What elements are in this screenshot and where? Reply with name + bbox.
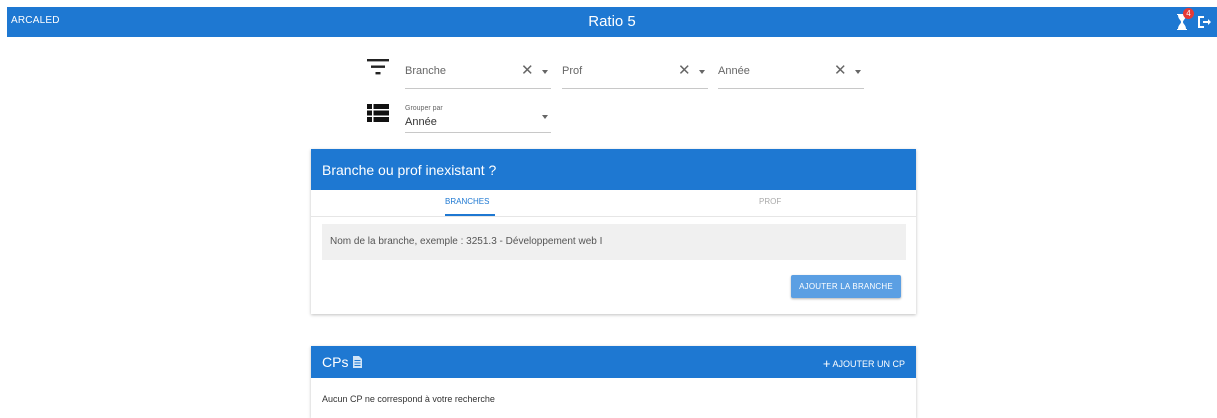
card-title: Branche ou prof inexistant ? <box>322 162 497 178</box>
branch-name-input[interactable] <box>322 224 908 258</box>
missing-branch-card: Branche ou prof inexistant ? BRANCHES PR… <box>311 149 916 314</box>
cp-card: CPs + AJOUTER UN CP Aucun CP ne correspon… <box>311 346 916 418</box>
notification-badge: 4 <box>1183 8 1194 19</box>
card-header: Branche ou prof inexistant ? <box>311 149 916 190</box>
clear-icon[interactable]: ✕ <box>521 61 534 79</box>
branche-select[interactable]: Branche ✕ <box>405 58 551 89</box>
document-icon <box>353 356 362 368</box>
page-title: Ratio 5 <box>588 13 636 30</box>
annee-select[interactable]: Année ✕ <box>718 58 864 89</box>
tab-bar: BRANCHES PROF <box>311 190 916 217</box>
active-tab-indicator <box>445 214 495 216</box>
plus-icon: + <box>822 356 831 371</box>
prof-select[interactable]: Prof ✕ <box>562 58 708 89</box>
prof-placeholder: Prof <box>562 65 583 77</box>
annee-placeholder: Année <box>718 65 750 77</box>
tab-prof[interactable]: PROF <box>759 197 781 206</box>
list-icon <box>367 104 389 122</box>
branch-name-field[interactable] <box>322 224 908 260</box>
group-by-select[interactable]: Grouper par Année <box>405 101 551 133</box>
group-by-label: Grouper par <box>405 105 443 112</box>
clear-icon[interactable]: ✕ <box>678 61 691 79</box>
add-cp-label: AJOUTER UN CP <box>832 359 905 369</box>
tab-branches[interactable]: BRANCHES <box>445 197 489 206</box>
filter-icon <box>367 59 389 75</box>
clear-icon[interactable]: ✕ <box>834 61 847 79</box>
dropdown-arrow-icon[interactable] <box>542 115 548 119</box>
dropdown-arrow-icon[interactable] <box>855 70 861 74</box>
card-header: CPs + AJOUTER UN CP <box>311 346 916 378</box>
branche-placeholder: Branche <box>405 65 446 77</box>
group-by-value: Année <box>405 116 437 128</box>
card-title: CPs <box>322 354 349 370</box>
app-bar: ARCALED Ratio 5 4 <box>7 7 1217 37</box>
logout-icon[interactable] <box>1196 14 1212 30</box>
add-branch-button[interactable]: AJOUTER LA BRANCHE <box>791 275 901 298</box>
empty-message: Aucun CP ne correspond à votre recherche <box>322 394 495 404</box>
dropdown-arrow-icon[interactable] <box>699 70 705 74</box>
add-cp-button[interactable]: + AJOUTER UN CP <box>823 356 905 371</box>
dropdown-arrow-icon[interactable] <box>542 70 548 74</box>
